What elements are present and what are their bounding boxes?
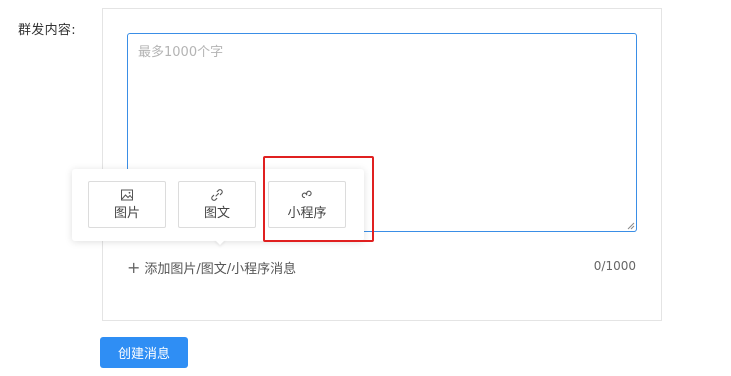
popover-arrow [214,239,226,245]
character-counter: 0/1000 [593,259,636,273]
image-button-label: 图片 [113,206,140,221]
plus-icon: + [127,257,141,277]
article-button[interactable]: 图文 [178,181,256,228]
article-button-label: 图文 [203,206,230,221]
image-button[interactable]: 图片 [88,181,166,228]
create-message-button[interactable]: 创建消息 [100,337,188,368]
media-type-popover: 图片 图文 小程序 [72,169,364,245]
mini-program-icon [301,190,312,199]
add-media-link[interactable]: + 添加图片/图文/小程序消息 [127,258,296,277]
add-media-label: 添加图片/图文/小程序消息 [144,262,297,277]
mini-program-button-label: 小程序 [287,206,327,221]
mini-program-button[interactable]: 小程序 [268,181,346,228]
resize-handle-icon[interactable] [627,222,635,230]
link-icon [211,189,223,201]
message-form: 群发内容: 图片 图文 [0,0,731,376]
image-icon [121,189,133,201]
content-field-label: 群发内容: [18,23,76,38]
